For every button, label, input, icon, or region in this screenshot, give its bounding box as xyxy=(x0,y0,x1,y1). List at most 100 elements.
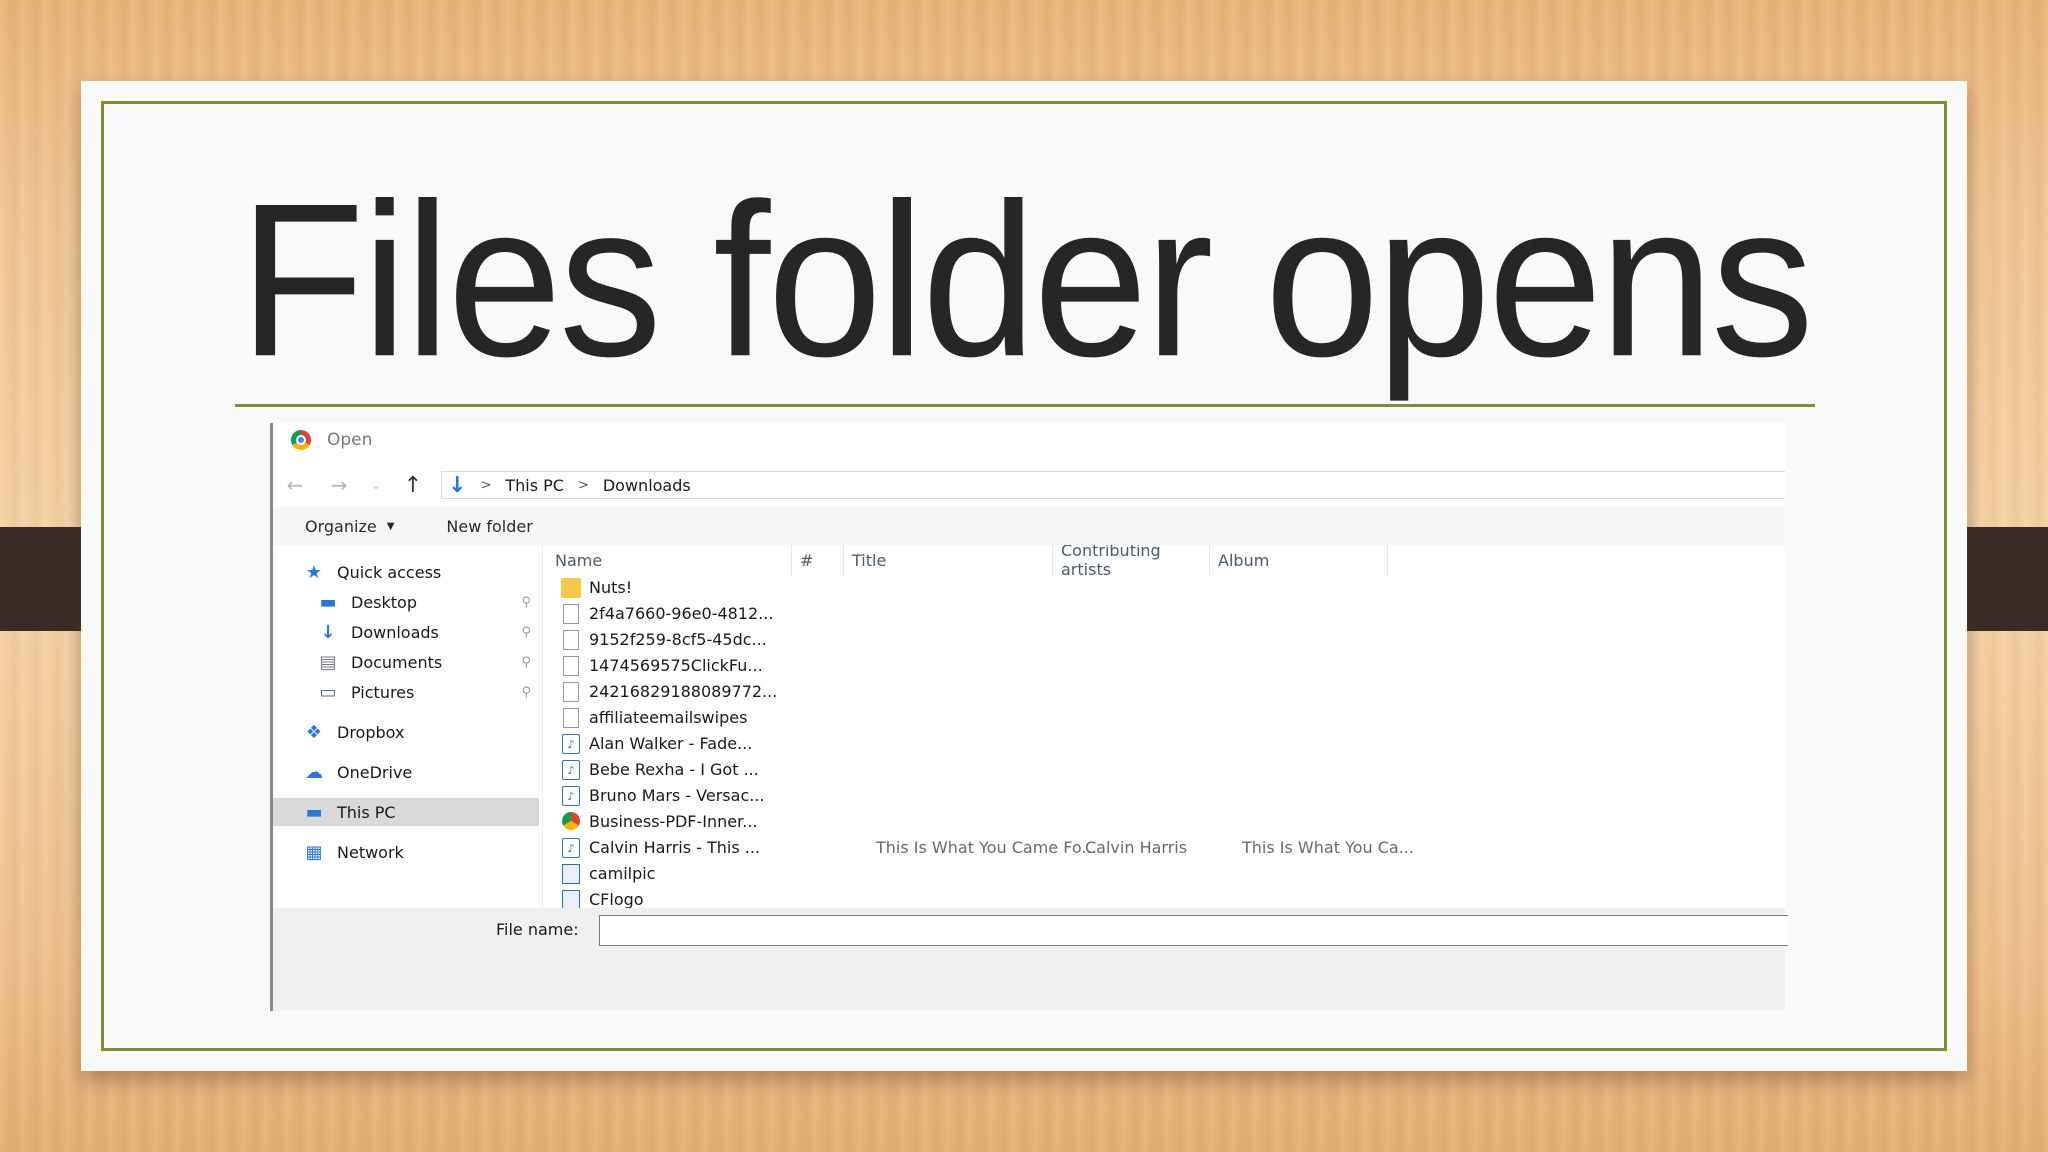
column-header-number[interactable]: # xyxy=(792,545,844,575)
column-header-name[interactable]: Name xyxy=(547,545,792,575)
file-row[interactable]: 9152f259-8cf5-45dc... xyxy=(547,627,1788,653)
pin-icon[interactable]: ⚲ xyxy=(521,625,531,640)
slide-title: Files folder opens xyxy=(239,158,1814,402)
network-icon: ▦ xyxy=(305,841,323,863)
breadcrumb-downloads[interactable]: Downloads xyxy=(603,476,691,495)
address-bar[interactable]: ↓ > This PC > Downloads xyxy=(441,471,1785,499)
dialog-titlebar: Open xyxy=(273,423,1785,457)
file-name: CFlogo xyxy=(589,890,644,908)
pin-icon[interactable]: ⚲ xyxy=(521,685,531,700)
document-icon xyxy=(563,682,579,702)
file-list: ^ Name # Title Contributing artists Albu… xyxy=(547,545,1788,908)
back-arrow-icon[interactable]: ← xyxy=(273,473,317,497)
file-row[interactable]: ♪ Bebe Rexha - I Got ... xyxy=(547,757,1788,783)
column-header-title[interactable]: Title xyxy=(844,545,1053,575)
file-name: Bebe Rexha - I Got ... xyxy=(589,760,759,779)
nav-item-dropbox[interactable]: ❖ Dropbox xyxy=(303,718,569,746)
nav-item-label: OneDrive xyxy=(337,762,413,782)
music-file-icon: ♪ xyxy=(562,734,580,754)
image-file-icon xyxy=(562,890,580,908)
dialog-footer: File name: xyxy=(273,908,1788,1011)
nav-item-this-pc[interactable]: ▬ This PC xyxy=(273,798,539,826)
computer-icon: ▬ xyxy=(305,801,323,823)
file-row[interactable]: 1474569575ClickFu... xyxy=(547,653,1788,679)
nav-item-label: Documents xyxy=(351,652,443,672)
file-row[interactable]: ♪ Bruno Mars - Versac... xyxy=(547,783,1788,809)
image-file-icon xyxy=(562,864,580,884)
desktop-icon: ▬ xyxy=(319,591,337,613)
file-name: 1474569575ClickFu... xyxy=(589,656,763,675)
new-folder-label: New folder xyxy=(446,516,533,536)
dropbox-icon: ❖ xyxy=(305,721,323,743)
file-album: This Is What You Ca... xyxy=(1242,838,1414,857)
command-toolbar: Organize ▼ New folder xyxy=(273,507,1785,545)
file-name: Alan Walker - Fade... xyxy=(589,734,753,753)
file-name: Nuts! xyxy=(589,578,633,597)
file-title: This Is What You Came Fo... xyxy=(876,838,1097,857)
nav-item-network[interactable]: ▦ Network xyxy=(303,838,569,866)
file-name: 2f4a7660-96e0-4812... xyxy=(589,604,774,623)
new-folder-button[interactable]: New folder xyxy=(446,517,532,536)
column-header-contributing-artists[interactable]: Contributing artists xyxy=(1053,545,1210,579)
file-artist: Calvin Harris xyxy=(1085,838,1188,857)
column-header-album[interactable]: Album xyxy=(1210,545,1388,575)
nav-item-label: Desktop xyxy=(351,592,417,612)
documents-icon: ▤ xyxy=(319,651,337,673)
up-arrow-icon[interactable]: ↑ xyxy=(391,473,435,498)
file-name-label: File name: xyxy=(496,920,579,939)
file-name: Business-PDF-Inner... xyxy=(589,812,758,831)
file-row[interactable]: affiliateemailswipes xyxy=(547,705,1788,731)
document-icon xyxy=(563,708,579,728)
file-row[interactable]: 24216829188089772... xyxy=(547,679,1788,705)
file-name: Bruno Mars - Versac... xyxy=(589,786,765,805)
nav-item-label: Network xyxy=(337,842,404,862)
nav-item-label: Dropbox xyxy=(337,722,405,742)
music-file-icon: ♪ xyxy=(562,786,580,806)
open-file-dialog: Open ← → ⌄ ↑ ↓ > This PC > Downloads Org… xyxy=(270,423,1788,1011)
dialog-title: Open xyxy=(327,430,373,450)
nav-item-onedrive[interactable]: ☁ OneDrive xyxy=(303,758,569,786)
chrome-icon xyxy=(291,430,311,450)
file-name: 24216829188089772... xyxy=(589,682,778,701)
navigation-pane: ★ Quick access ▬ Desktop ⚲ ↓ Downloads ⚲… xyxy=(273,545,543,908)
file-name: Calvin Harris - This ... xyxy=(589,838,761,857)
nav-item-label: Pictures xyxy=(351,682,415,702)
pictures-icon: ▭ xyxy=(319,681,337,703)
nav-item-label: Quick access xyxy=(337,562,442,582)
file-row[interactable]: ♪ Calvin Harris - This ... This Is What … xyxy=(547,835,1788,861)
document-icon xyxy=(563,630,579,650)
file-row[interactable]: Business-PDF-Inner... xyxy=(547,809,1788,835)
nav-item-label: This PC xyxy=(337,802,396,822)
star-icon: ★ xyxy=(305,561,323,583)
file-name-input[interactable] xyxy=(599,915,1788,946)
recent-locations-chevron-icon[interactable]: ⌄ xyxy=(361,478,391,492)
nav-item-pictures[interactable]: ▭ Pictures ⚲ xyxy=(317,678,539,706)
file-row[interactable]: 2f4a7660-96e0-4812... xyxy=(547,601,1788,627)
nav-item-documents[interactable]: ▤ Documents ⚲ xyxy=(317,648,539,676)
file-row[interactable]: Nuts! xyxy=(547,575,1788,601)
forward-arrow-icon[interactable]: → xyxy=(317,473,361,497)
onedrive-icon: ☁ xyxy=(305,761,323,783)
document-icon xyxy=(563,656,579,676)
pin-icon[interactable]: ⚲ xyxy=(521,655,531,670)
file-name: affiliateemailswipes xyxy=(589,708,748,727)
file-row[interactable]: CFlogo xyxy=(547,887,1788,908)
folder-icon xyxy=(561,578,581,598)
caret-down-icon: ▼ xyxy=(386,520,395,532)
file-row[interactable]: ♪ Alan Walker - Fade... xyxy=(547,731,1788,757)
chrome-icon xyxy=(562,812,580,830)
document-icon xyxy=(563,604,579,624)
music-file-icon: ♪ xyxy=(562,760,580,780)
nav-item-desktop[interactable]: ▬ Desktop ⚲ xyxy=(317,588,539,616)
nav-item-label: Downloads xyxy=(351,622,439,642)
pin-icon[interactable]: ⚲ xyxy=(521,595,531,610)
organize-button[interactable]: Organize ▼ xyxy=(305,517,394,536)
file-name: camilpic xyxy=(589,864,656,883)
breadcrumb-this-pc[interactable]: This PC xyxy=(505,476,564,495)
downloads-icon: ↓ xyxy=(320,621,336,643)
nav-item-downloads[interactable]: ↓ Downloads ⚲ xyxy=(317,618,539,646)
file-row[interactable]: camilpic xyxy=(547,861,1788,887)
file-name: 9152f259-8cf5-45dc... xyxy=(589,630,767,649)
music-file-icon: ♪ xyxy=(562,838,580,858)
nav-item-quick-access[interactable]: ★ Quick access xyxy=(303,558,569,586)
